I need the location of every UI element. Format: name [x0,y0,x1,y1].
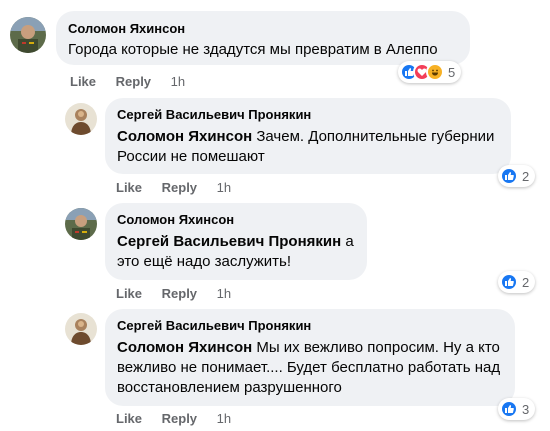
comment-bubble: Соломон Яхинсон Города которые не здадут… [56,11,470,65]
comment-text: Соломон Яхинсон Зачем. Дополнительные гу… [117,127,499,167]
reactions-summary[interactable]: 2 [498,271,536,293]
like-button[interactable]: Like [116,286,142,301]
avatar-image [65,208,97,240]
comment-body: Города которые не здадутся мы превратим … [68,41,438,58]
comment-actions: Like Reply 1h [70,74,185,90]
comment-mention[interactable]: Соломон Яхинсон [117,128,252,145]
comment-timestamp[interactable]: 1h [217,180,231,195]
comment-mention[interactable]: Соломон Яхинсон [117,339,252,356]
comment-bubble: Сергей Васильевич Пронякин Соломон Яхинс… [105,98,511,174]
reply-button[interactable]: Reply [162,411,197,426]
comment-text: Соломон Яхинсон Мы их вежливо попросим. … [117,338,503,398]
comment-bubble: Соломон Яхинсон Сергей Васильевич Проняк… [105,203,367,280]
comment-author[interactable]: Сергей Васильевич Пронякин [117,317,503,334]
avatar-image [65,313,97,345]
comment-text: Сергей Васильевич Пронякин а это ещё над… [117,232,355,272]
reactions-summary[interactable]: 5 [398,61,462,83]
comment-author[interactable]: Сергей Васильевич Пронякин [117,106,499,123]
reply-button[interactable]: Reply [116,74,151,89]
like-icon [500,167,518,185]
comment-text: Города которые не здадутся мы превратим … [68,40,458,60]
like-button[interactable]: Like [70,74,96,89]
reactions-summary[interactable]: 3 [498,398,536,420]
avatar-image [65,103,97,135]
reply-button[interactable]: Reply [162,286,197,301]
like-icon [500,400,518,418]
reaction-count: 3 [522,401,530,417]
comment-author[interactable]: Соломон Яхинсон [117,211,355,228]
comment-actions: Like Reply 1h [116,411,231,427]
comment-bubble: Сергей Васильевич Пронякин Соломон Яхинс… [105,309,515,406]
avatar[interactable] [10,17,46,53]
reaction-count: 5 [448,64,456,80]
comment-timestamp[interactable]: 1h [171,74,185,89]
comment-actions: Like Reply 1h [116,286,231,302]
reaction-count: 2 [522,168,530,184]
like-button[interactable]: Like [116,180,142,195]
like-button[interactable]: Like [116,411,142,426]
reaction-count: 2 [522,274,530,290]
comment-actions: Like Reply 1h [116,180,231,196]
comment-mention[interactable]: Сергей Васильевич Пронякин [117,233,341,250]
avatar[interactable] [65,208,97,240]
haha-icon [426,63,444,81]
like-icon [500,273,518,291]
avatar-image [10,17,46,53]
comment-timestamp[interactable]: 1h [217,286,231,301]
reply-button[interactable]: Reply [162,180,197,195]
reactions-summary[interactable]: 2 [498,165,536,187]
comment-author[interactable]: Соломон Яхинсон [68,20,458,37]
comment-timestamp[interactable]: 1h [217,411,231,426]
avatar[interactable] [65,103,97,135]
avatar[interactable] [65,313,97,345]
